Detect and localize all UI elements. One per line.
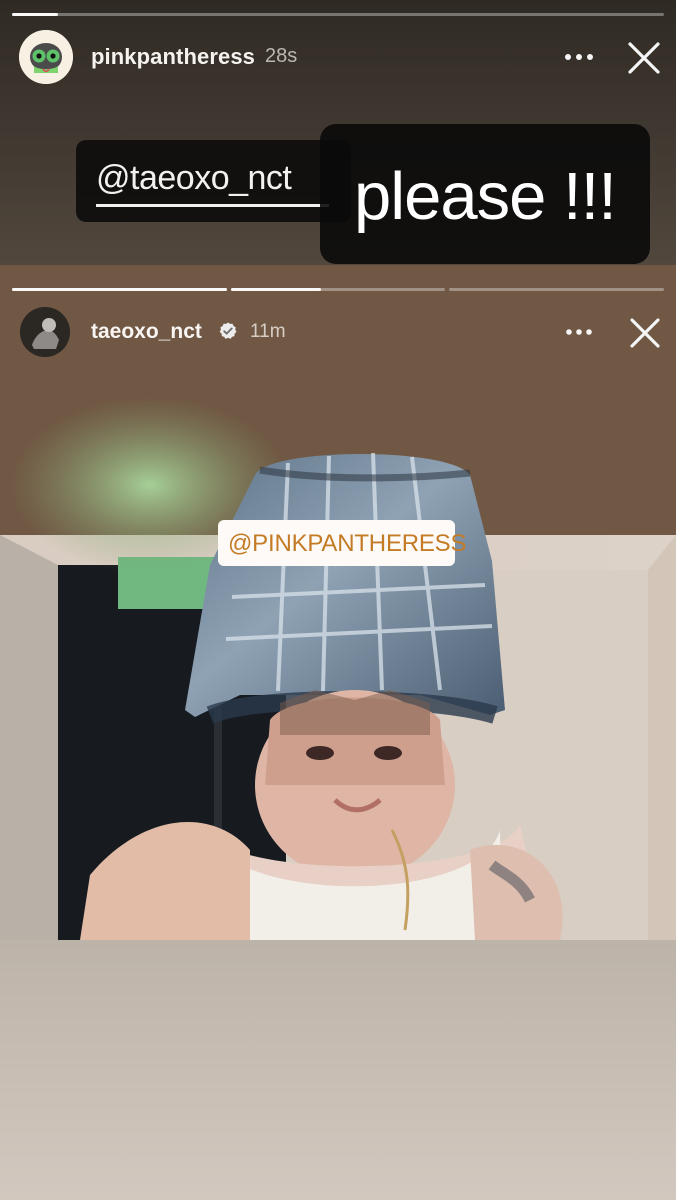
close-icon — [630, 318, 660, 348]
repost-progress-fill — [230, 288, 321, 291]
repost-more-options-button[interactable] — [561, 318, 597, 346]
more-options-button[interactable] — [560, 43, 598, 71]
repost-time: 11m — [250, 321, 286, 342]
repost-progress-segment — [449, 288, 664, 291]
repost-progress-segment — [12, 288, 227, 291]
story-progress-track — [12, 13, 664, 16]
mention-sticker-text: @taeoxo_nct — [96, 159, 292, 197]
powerpuff-avatar-icon — [19, 30, 73, 84]
story-screen: pinkpantheress 28s @taeoxo_nct please !!… — [0, 0, 676, 1200]
more-options-icon — [566, 329, 592, 335]
reposted-photo — [0, 265, 676, 940]
caption-sticker: please !!! — [320, 124, 650, 264]
repost-username[interactable]: taeoxo_nct — [91, 320, 202, 344]
caption-sticker-text: please !!! — [354, 159, 617, 234]
close-button[interactable] — [622, 36, 666, 80]
story-time: 28s — [265, 45, 298, 67]
more-options-icon — [565, 54, 593, 60]
profile-avatar[interactable] — [19, 30, 73, 84]
repost-mention-sticker[interactable]: @PINKPANTHERESS — [218, 520, 467, 566]
repost-progress-segment — [230, 288, 446, 291]
story-username[interactable]: pinkpantheress — [91, 44, 255, 70]
close-icon — [628, 42, 660, 74]
repost-mention-text: @PINKPANTHERESS — [228, 530, 467, 557]
user-avatar-icon — [20, 307, 70, 357]
story-progress-fill — [12, 13, 58, 16]
repost-avatar[interactable] — [20, 307, 70, 357]
repost-progress-fill — [12, 288, 227, 291]
reposted-story[interactable]: taeoxo_nct 11m @PINKPANTHERESS — [0, 265, 676, 940]
verified-icon — [219, 322, 237, 339]
mention-underline — [96, 204, 329, 207]
story-header: pinkpantheress 28s — [0, 25, 676, 89]
repost-close-button[interactable] — [624, 312, 666, 354]
mention-sticker[interactable]: @taeoxo_nct — [76, 140, 351, 222]
